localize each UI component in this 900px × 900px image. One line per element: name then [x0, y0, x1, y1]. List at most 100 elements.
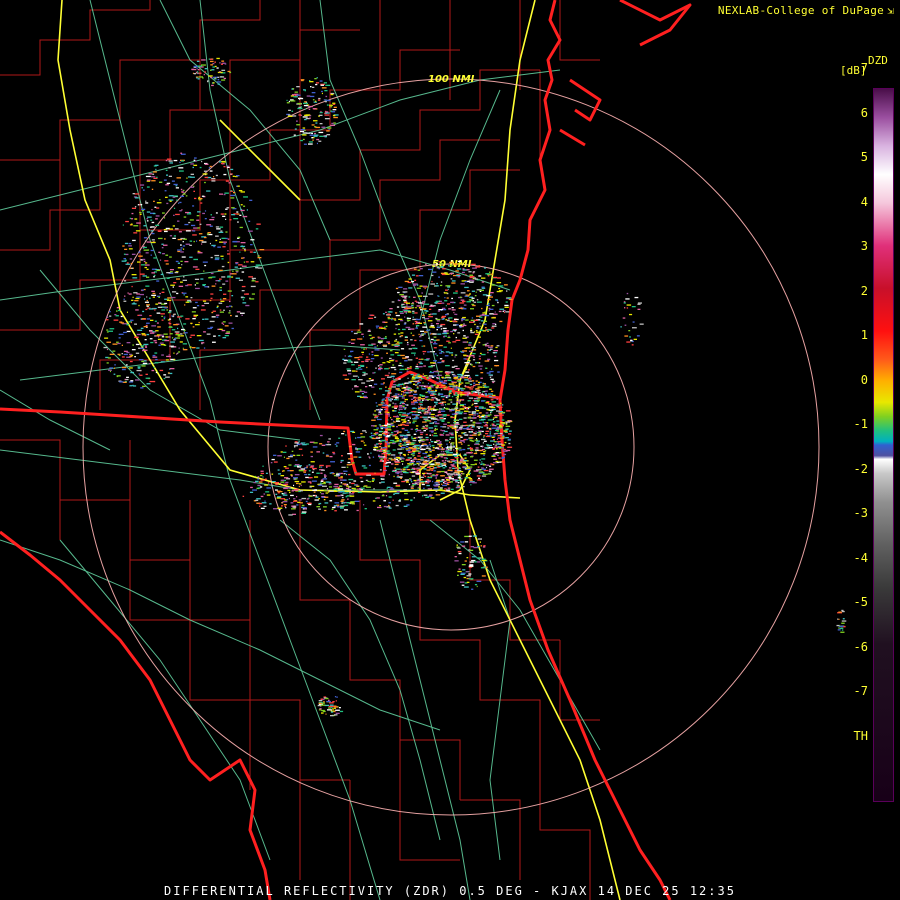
echo-pixel	[448, 383, 450, 385]
echo-pixel	[453, 449, 455, 451]
echo-pixel	[169, 200, 172, 202]
external-link-icon[interactable]: ⇲	[887, 4, 894, 17]
echo-pixel	[404, 492, 408, 495]
echo-pixel	[337, 495, 342, 497]
echo-pixel	[487, 299, 491, 301]
echo-pixel	[405, 407, 407, 409]
echo-pixel	[428, 366, 433, 368]
echo-pixel	[419, 446, 422, 448]
echo-pixel	[189, 256, 193, 258]
echo-pixel	[396, 430, 399, 432]
echo-pixel	[145, 377, 150, 379]
echo-pixel	[140, 184, 145, 186]
echo-pixel	[330, 711, 334, 713]
echo-pixel	[401, 414, 407, 416]
echo-pixel	[236, 311, 241, 313]
echo-pixel	[468, 299, 473, 301]
echo-pixel	[203, 331, 206, 333]
echo-pixel	[481, 558, 486, 560]
echo-pixel	[145, 345, 147, 347]
echo-pixel	[191, 311, 196, 313]
echo-pixel	[406, 434, 411, 436]
echo-pixel	[430, 386, 434, 388]
echo-pixel	[116, 341, 119, 343]
echo-pixel	[173, 214, 175, 216]
echo-pixel	[438, 488, 443, 490]
echo-pixel	[106, 316, 109, 318]
echo-pixel	[476, 426, 481, 428]
echo-pixel	[321, 712, 324, 714]
echo-pixel	[431, 280, 433, 283]
echo-pixel	[431, 376, 435, 378]
echo-pixel	[487, 329, 491, 331]
echo-pixel	[180, 152, 183, 154]
echo-pixel	[418, 452, 421, 454]
echo-pixel	[404, 394, 407, 396]
echo-pixel	[326, 466, 328, 468]
echo-pixel	[483, 383, 486, 385]
echo-pixel	[459, 388, 463, 390]
echo-pixel	[428, 293, 434, 295]
echo-pixel	[478, 265, 481, 267]
echo-pixel	[449, 438, 451, 440]
echo-pixel	[210, 214, 212, 216]
echo-pixel	[443, 407, 445, 409]
echo-pixel	[363, 442, 365, 444]
echo-pixel	[318, 502, 322, 505]
echo-pixel	[353, 456, 358, 458]
echo-pixel	[468, 573, 472, 575]
echo-pixel	[390, 439, 395, 442]
echo-pixel	[154, 342, 158, 344]
echo-pixel	[381, 433, 386, 435]
echo-pixel	[170, 341, 175, 343]
echo-pixel	[393, 381, 396, 383]
echo-pixel	[360, 433, 363, 435]
echo-pixel	[461, 382, 464, 384]
echo-pixel	[426, 359, 429, 361]
echo-pixel	[224, 213, 227, 215]
echo-pixel	[476, 585, 478, 588]
echo-pixel	[222, 321, 226, 323]
echo-pixel	[471, 559, 476, 562]
echo-pixel	[426, 479, 430, 481]
echo-pixel	[116, 375, 121, 377]
echo-pixel	[417, 382, 421, 384]
echo-pixel	[387, 413, 390, 415]
echo-pixel	[334, 696, 337, 698]
echo-pixel	[423, 444, 429, 447]
echo-pixel	[395, 327, 397, 330]
echo-pixel	[440, 351, 444, 353]
echo-pixel	[233, 191, 236, 194]
echo-pixel	[460, 324, 463, 326]
echo-pixel	[152, 173, 155, 175]
echo-pixel	[185, 195, 188, 197]
echo-pixel	[130, 319, 134, 321]
echo-pixel	[423, 474, 425, 476]
echo-pixel	[425, 451, 428, 453]
echo-pixel	[192, 326, 195, 328]
echo-pixel	[132, 344, 134, 346]
echo-pixel	[481, 391, 484, 393]
echo-pixel	[427, 406, 429, 408]
echo-pixel	[418, 361, 421, 363]
echo-pixel	[239, 251, 241, 253]
echo-pixel	[435, 317, 438, 320]
echo-pixel	[290, 100, 296, 102]
echo-pixel	[204, 218, 207, 220]
echo-pixel	[152, 296, 155, 298]
echo-pixel	[360, 480, 364, 483]
echo-pixel	[427, 480, 431, 482]
echo-pixel	[231, 276, 234, 278]
echo-pixel	[466, 581, 470, 583]
echo-pixel	[388, 367, 390, 369]
echo-pixel	[439, 480, 443, 483]
echo-pixel	[134, 356, 136, 358]
echo-pixel	[433, 351, 435, 353]
echo-pixel	[484, 343, 487, 345]
echo-pixel	[490, 390, 494, 392]
echo-pixel	[366, 366, 368, 369]
echo-pixel	[288, 514, 293, 516]
echo-pixel	[418, 486, 421, 488]
echo-pixel	[339, 485, 343, 487]
echo-pixel	[172, 291, 177, 293]
